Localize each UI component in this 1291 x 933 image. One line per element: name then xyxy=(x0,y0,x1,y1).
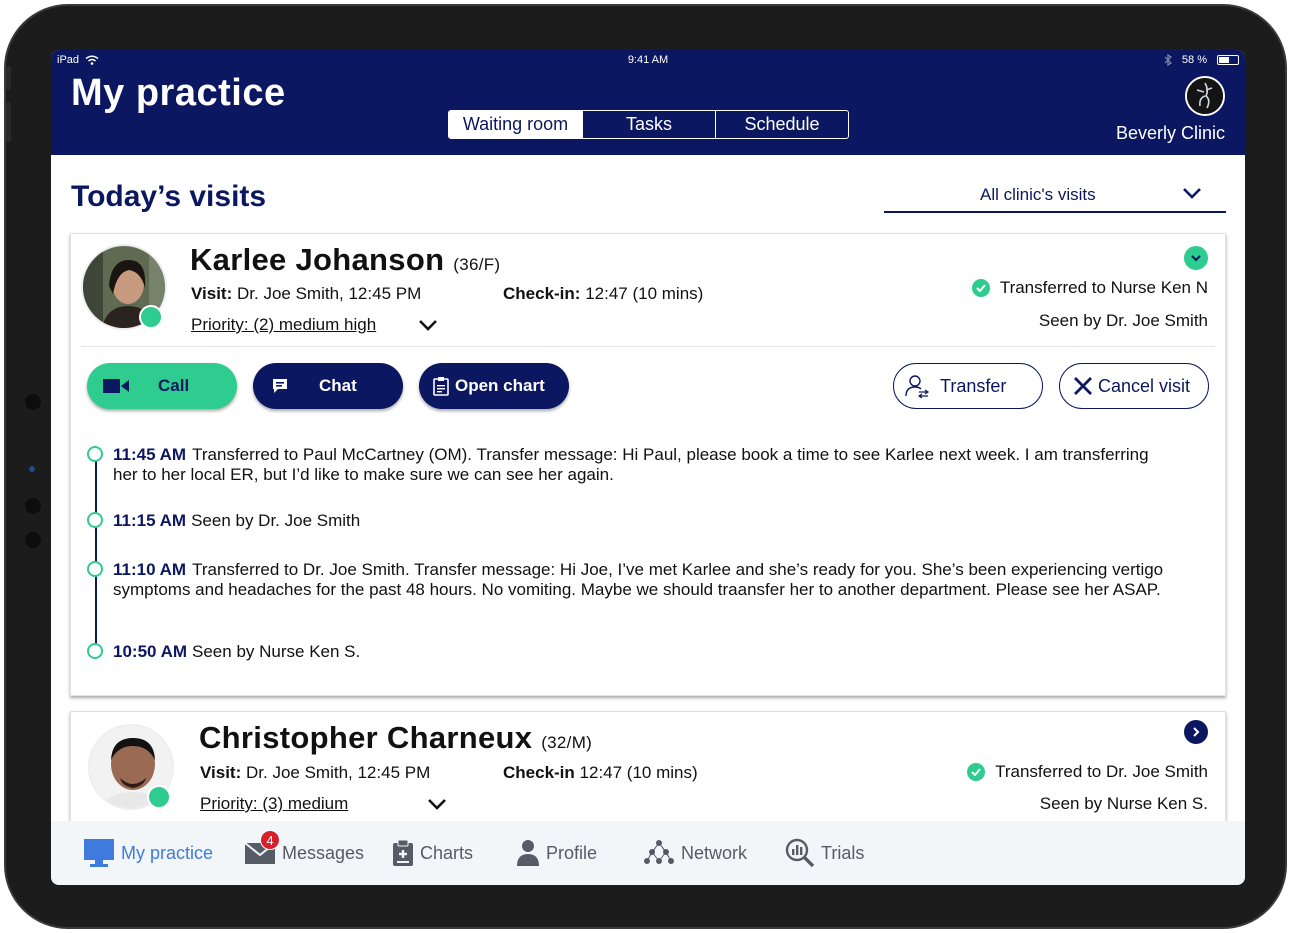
network-icon xyxy=(644,840,674,864)
tab-charts[interactable]: Charts xyxy=(392,836,473,870)
visit-card: Karlee Johanson (36/F) Visit: Dr. Joe Sm… xyxy=(70,233,1226,696)
user-transfer-icon xyxy=(905,375,930,399)
chat-button[interactable]: Chat xyxy=(253,363,403,409)
status-bar: iPad 9:41 AM 58 % xyxy=(51,54,1245,70)
search-chart-icon xyxy=(785,838,815,868)
patient-name: Christopher Charneux (32/M) xyxy=(199,720,593,755)
tab-messages[interactable]: 4 Messages xyxy=(244,830,364,870)
battery-icon xyxy=(1217,55,1239,65)
seen-by: Seen by Nurse Ken S. xyxy=(1039,794,1208,813)
clinic-name: Beverly Clinic xyxy=(1115,123,1225,143)
chevron-down-icon[interactable] xyxy=(426,797,448,813)
priority-link[interactable]: Priority: (3) medium xyxy=(200,794,348,814)
chevron-down-icon[interactable] xyxy=(417,318,439,334)
visit-info: Visit: Dr. Joe Smith, 12:45 PM xyxy=(200,763,431,782)
check-icon xyxy=(967,763,986,781)
timeline-dot xyxy=(87,512,103,528)
clinic-avatar[interactable] xyxy=(1185,76,1225,116)
section-title: Today’s visits xyxy=(71,180,267,213)
tab-profile[interactable]: Profile xyxy=(516,836,597,870)
seen-by: Seen by Dr. Joe Smith xyxy=(1038,311,1208,330)
app-screen: iPad 9:41 AM 58 % My practice Waiting ro… xyxy=(51,50,1245,885)
close-icon xyxy=(1074,377,1092,395)
camera-lens xyxy=(29,466,35,472)
priority-link[interactable]: Priority: (2) medium high xyxy=(191,315,376,335)
collapse-button[interactable] xyxy=(1184,246,1208,270)
timeline-dot xyxy=(87,446,103,462)
online-indicator xyxy=(139,305,163,329)
clinic-logo-icon xyxy=(1187,78,1223,114)
messages-badge: 4 xyxy=(260,830,280,850)
chat-bubble-icon xyxy=(273,379,287,393)
checkin-info: Check-in 12:47 (10 mins) xyxy=(503,763,698,782)
patient-age-sex: (36/F) xyxy=(453,255,501,274)
page-title: My practice xyxy=(71,72,286,114)
tab-trials[interactable]: Trials xyxy=(785,836,864,870)
chevron-down-icon xyxy=(1183,188,1201,199)
expand-button[interactable] xyxy=(1184,720,1208,744)
transfer-status: Transferred to Nurse Ken N xyxy=(971,278,1208,298)
visit-info: Visit: Dr. Joe Smith, 12:45 PM xyxy=(191,284,422,303)
monitor-icon xyxy=(84,839,114,867)
battery-percent: 58 % xyxy=(1181,54,1207,66)
bluetooth-icon xyxy=(1164,54,1172,66)
timeline-line xyxy=(95,456,97,656)
tab-schedule[interactable]: Schedule xyxy=(715,111,848,138)
open-chart-button[interactable]: Open chart xyxy=(419,363,569,409)
clipboard-icon xyxy=(433,377,449,396)
transfer-button[interactable]: Transfer xyxy=(893,363,1043,409)
filter-label: All clinic's visits xyxy=(980,185,1096,204)
check-icon xyxy=(971,279,990,297)
app-header: iPad 9:41 AM 58 % My practice Waiting ro… xyxy=(51,50,1245,155)
volume-button xyxy=(6,102,11,142)
call-button[interactable]: Call xyxy=(87,363,237,409)
timeline-dot xyxy=(87,643,103,659)
tab-waiting-room[interactable]: Waiting room xyxy=(449,111,582,138)
checkin-info: Check-in: 12:47 (10 mins) xyxy=(503,284,704,303)
cancel-visit-button[interactable]: Cancel visit xyxy=(1059,363,1209,409)
chevron-down-icon xyxy=(1191,255,1201,262)
transfer-status: Transferred to Dr. Joe Smith xyxy=(967,762,1208,782)
video-camera-icon xyxy=(103,379,129,393)
tab-network[interactable]: Network xyxy=(643,836,747,870)
bottom-tab-bar: My practice 4 Messages Charts Profile Ne… xyxy=(51,821,1245,885)
online-indicator xyxy=(147,785,171,809)
tab-my-practice[interactable]: My practice xyxy=(83,836,213,870)
timeline-dot xyxy=(87,561,103,577)
patient-age-sex: (32/M) xyxy=(541,733,593,752)
mute-switch xyxy=(6,66,11,90)
sensor-dot xyxy=(25,498,41,514)
patient-name: Karlee Johanson (36/F) xyxy=(190,242,501,277)
tab-tasks[interactable]: Tasks xyxy=(582,111,715,138)
chevron-right-icon xyxy=(1193,727,1200,737)
sensor-dot xyxy=(25,532,41,548)
person-icon xyxy=(517,840,539,866)
clock: 9:41 AM xyxy=(627,54,669,66)
segmented-control: Waiting room Tasks Schedule xyxy=(448,110,849,139)
sensor-dot xyxy=(25,394,41,410)
charts-icon xyxy=(393,839,413,866)
visits-filter-dropdown[interactable]: All clinic's visits xyxy=(884,180,1226,213)
divider xyxy=(81,346,1215,347)
